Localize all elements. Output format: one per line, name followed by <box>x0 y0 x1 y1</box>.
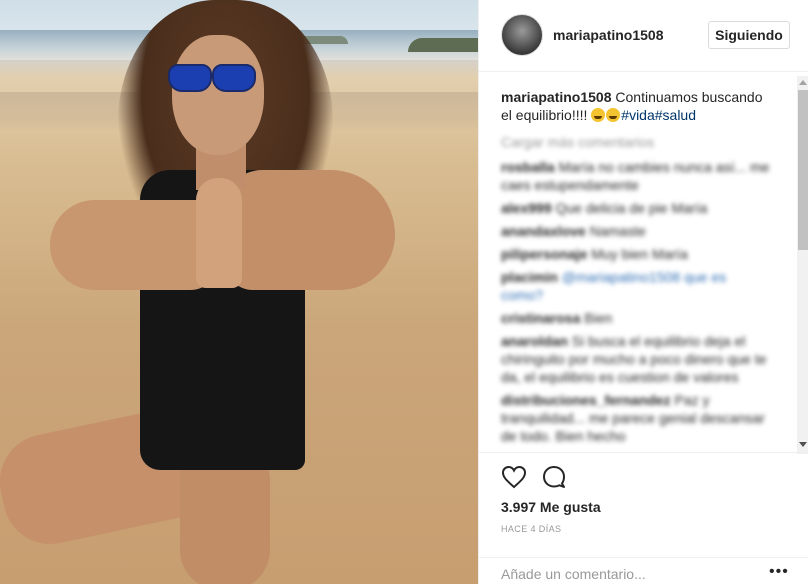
comment-item: placimin @mariapatino1508 que es como? <box>501 268 771 304</box>
headland <box>408 38 478 52</box>
caption-hashtags[interactable]: #vida#salud <box>621 107 696 123</box>
scroll-down-arrow-icon[interactable] <box>799 442 807 447</box>
post-actions: 3.997 Me gusta HACE 4 DÍAS ••• <box>479 452 808 584</box>
comments-list: mariapatino1508 Continuamos buscando el … <box>479 72 808 452</box>
comment-username[interactable]: cristinarosa <box>501 310 580 326</box>
scroll-thumb[interactable] <box>798 90 808 250</box>
header-username[interactable]: mariapatino1508 <box>553 27 664 43</box>
comment-username[interactable]: anaroldan <box>501 333 568 349</box>
comment-username[interactable]: anandaxlove <box>501 223 586 239</box>
comment-item: anaroldan Si busca el equilibrio deja el… <box>501 332 771 386</box>
comment-item: cristinarosa Bien <box>501 309 771 327</box>
comment-username[interactable]: alex999 <box>501 200 552 216</box>
comment-username[interactable]: pilipersonaje <box>501 246 587 262</box>
add-comment-input[interactable] <box>501 566 751 582</box>
comment-item: anandaxlove Namaste <box>501 222 771 240</box>
left-arm <box>50 200 220 290</box>
comment-item: pilipersonaje Muy bien María <box>501 245 771 263</box>
add-comment-bar: ••• <box>479 557 808 584</box>
comment-username[interactable]: distribuciones_fernandez <box>501 392 671 408</box>
load-more-comments[interactable]: Cargar más comentarios <box>501 134 654 150</box>
post-time[interactable]: HACE 4 DÍAS <box>501 524 561 534</box>
following-button[interactable]: Siguiendo <box>708 21 790 49</box>
post-header: mariapatino1508 Siguiendo <box>479 0 808 72</box>
comment-item: alex999 Que delicia de pie María <box>501 199 771 217</box>
post-side-panel: mariapatino1508 Siguiendo mariapatino150… <box>478 0 808 584</box>
right-arm <box>225 170 395 290</box>
comment-username[interactable]: placimin <box>501 269 558 285</box>
comment-text: Muy bien María <box>591 246 688 262</box>
praying-hands <box>196 178 242 288</box>
post-photo[interactable] <box>0 0 478 584</box>
comment-text: Namaste <box>589 223 646 239</box>
laughing-face-icon <box>606 108 621 122</box>
comment-entries: rosballa María no cambies nunca así... m… <box>501 158 771 450</box>
likes-count[interactable]: 3.997 Me gusta <box>501 499 601 515</box>
comment-item: distribuciones_fernandez Paz y tranquili… <box>501 391 771 445</box>
comments-scrollbar[interactable] <box>797 76 808 454</box>
comment-icon[interactable] <box>541 465 567 489</box>
comment-text: Bien <box>584 310 613 326</box>
comment-username[interactable]: rosballa <box>501 159 555 175</box>
avatar[interactable] <box>501 14 543 56</box>
comment-item: rosballa María no cambies nunca así... m… <box>501 158 771 194</box>
face <box>172 35 264 155</box>
heart-icon[interactable] <box>501 465 527 489</box>
sunglasses-right-lens <box>212 64 256 92</box>
scroll-up-arrow-icon[interactable] <box>799 80 807 85</box>
laughing-face-icon <box>591 108 606 122</box>
caption: mariapatino1508 Continuamos buscando el … <box>501 88 771 124</box>
more-options-icon[interactable]: ••• <box>769 564 789 580</box>
caption-username[interactable]: mariapatino1508 <box>501 89 612 105</box>
sunglasses-left-lens <box>168 64 212 92</box>
comment-text: Que delicia de pie María <box>555 200 708 216</box>
